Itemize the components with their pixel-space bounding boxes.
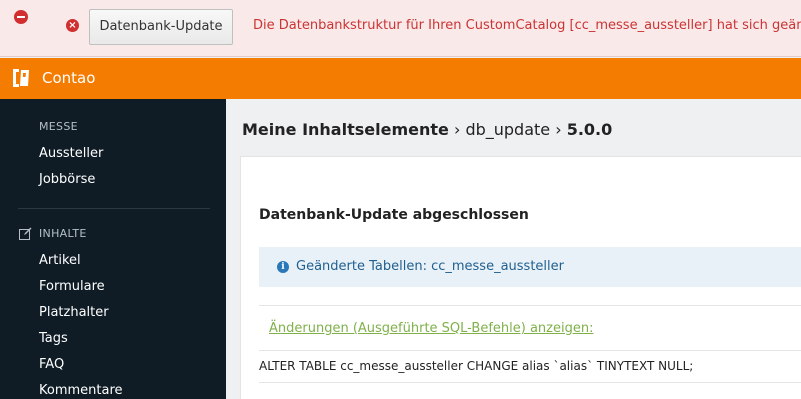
info-box: i Geänderte Tabellen: cc_messe_ausstelle… xyxy=(259,247,801,287)
sidebar-item-tags[interactable]: Tags xyxy=(39,331,68,346)
sidebar-item-kommentare[interactable]: Kommentare xyxy=(39,383,123,398)
sidebar-divider xyxy=(18,208,210,209)
breadcrumb-db-update[interactable]: db_update xyxy=(465,120,550,139)
sidebar-item-formulare[interactable]: Formulare xyxy=(39,279,105,294)
error-icon: × xyxy=(66,19,79,32)
sql-box: Änderungen (Ausgeführte SQL-Befehle) anz… xyxy=(259,305,801,383)
sidebar: MESSE Aussteller Jobbörse INHALTE Artike… xyxy=(0,99,226,399)
sql-statement-row: ALTER TABLE cc_messe_aussteller CHANGE a… xyxy=(259,350,801,383)
contao-logo-icon[interactable] xyxy=(10,67,32,89)
content-panel: Datenbank-Update abgeschlossen i Geänder… xyxy=(240,156,801,399)
sidebar-item-faq[interactable]: FAQ xyxy=(39,357,64,372)
top-header: Contao xyxy=(0,58,801,99)
error-bar: × Datenbank-Update Die Datenbankstruktur… xyxy=(0,0,801,57)
sql-statement: ALTER TABLE cc_messe_aussteller CHANGE a… xyxy=(259,359,694,373)
edit-icon xyxy=(19,227,32,240)
brand-name[interactable]: Contao xyxy=(42,69,95,87)
sidebar-group-messe[interactable]: MESSE xyxy=(39,120,78,133)
panel-title: Datenbank-Update abgeschlossen xyxy=(259,207,529,223)
sidebar-item-artikel[interactable]: Artikel xyxy=(39,253,81,268)
database-update-button[interactable]: Datenbank-Update xyxy=(89,9,233,45)
error-message: Die Datenbankstruktur für Ihren CustomCa… xyxy=(253,18,801,33)
breadcrumb-separator: › xyxy=(555,120,567,139)
sidebar-group-inhalte[interactable]: INHALTE xyxy=(39,227,87,240)
breadcrumb: Meine Inhaltselemente › db_update › 5.0.… xyxy=(242,120,612,139)
sidebar-item-jobboerse[interactable]: Jobbörse xyxy=(39,172,95,187)
info-text: Geänderte Tabellen: cc_messe_aussteller xyxy=(296,259,564,274)
breadcrumb-version: 5.0.0 xyxy=(566,120,613,139)
sidebar-item-platzhalter[interactable]: Platzhalter xyxy=(39,305,109,320)
remove-circle-icon[interactable] xyxy=(14,10,28,24)
info-icon: i xyxy=(277,261,289,273)
breadcrumb-root[interactable]: Meine Inhaltselemente xyxy=(242,120,449,139)
sidebar-item-aussteller[interactable]: Aussteller xyxy=(39,146,103,161)
breadcrumb-separator: › xyxy=(453,120,466,139)
show-sql-link[interactable]: Änderungen (Ausgeführte SQL-Befehle) anz… xyxy=(269,321,593,336)
